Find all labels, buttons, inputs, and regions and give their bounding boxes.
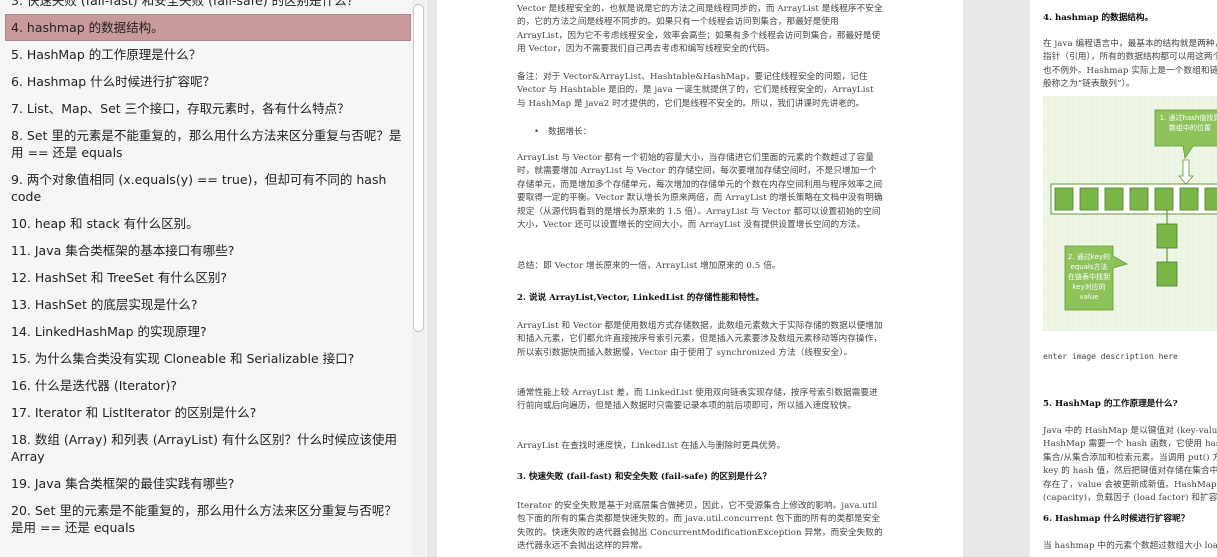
toc-item[interactable]: 14. LinkedHashMap 的实现原理? (5, 318, 411, 345)
toc-list: 3. 快速失败 (fail-fast) 和安全失败 (fail-safe) 的区… (5, 0, 411, 541)
document-page-left: Vector 是线程安全的，也就是说是它的方法之间是线程同步的，而 ArrayL… (437, 0, 963, 557)
toc-item[interactable]: 10. heap 和 stack 有什么区别。 (5, 210, 411, 237)
section-heading: 5. HashMap 的工作原理是什么? (1043, 399, 1178, 409)
hashmap-diagram-svg: 1. 通过hash值找到数组中的位置 2. 通过key的equals方法在链表中… (1043, 96, 1217, 331)
diagram-callout-1: 1. 通过hash值找到数组中的位置 (1159, 114, 1217, 132)
section-heading: 4. hashmap 的数据结构。 (1043, 13, 1154, 23)
toc-item[interactable]: 3. 快速失败 (fail-fast) 和安全失败 (fail-safe) 的区… (5, 0, 411, 14)
section-heading: 6. Hashmap 什么时候进行扩容呢？ (1043, 514, 1190, 524)
toc-item[interactable]: 19. Java 集合类框架的最佳实践有哪些? (5, 470, 411, 497)
bullet-item: 数据增长： (534, 126, 848, 140)
paragraph: 总结：即 Vector 增长原来的一倍，ArrayList 增加原来的 0.5 … (517, 261, 781, 271)
section-heading: 3. 快速失败 (fail-fast) 和安全失败 (fail-safe) 的区… (517, 472, 772, 482)
document-page-right: 4. hashmap 的数据结构。 在 java 编程语言中，最基本的结构就是两… (1030, 0, 1217, 557)
hashmap-structure-diagram: 1. 通过hash值找到数组中的位置 2. 通过key的equals方法在链表中… (1043, 96, 1217, 331)
toc-item[interactable]: 11. Java 集合类框架的基本接口有哪些? (5, 237, 411, 264)
toc-item[interactable]: 7. List、Map、Set 三个接口，存取元素时，各有什么特点？ (5, 95, 411, 122)
toc-sidebar: 3. 快速失败 (fail-fast) 和安全失败 (fail-safe) 的区… (0, 0, 427, 557)
paragraph: 当 hashmap 中的元素个数超过数组大小 loadFactor 时，就会进行… (1043, 541, 1217, 551)
toc-item[interactable]: 13. HashSet 的底层实现是什么? (5, 291, 411, 318)
paragraph: ArrayList 和 Vector 都是使用数组方式存储数据，此数组元素数大于… (517, 321, 883, 358)
paragraph: Java 中的 HashMap 是以键值对 (key-value) 的形式存储元… (1043, 426, 1217, 504)
sidebar-scrollbar-thumb[interactable] (413, 4, 424, 332)
toc-item[interactable]: 5. HashMap 的工作原理是什么？ (5, 41, 411, 68)
paragraph: 通常性能上较 ArrayList 差，而 LinkedList 使用双向链表实现… (517, 388, 878, 412)
toc-item[interactable]: 8. Set 里的元素是不能重复的，那么用什么方法来区分重复与否呢？是用 == … (5, 122, 411, 166)
paragraph: Iterator 的安全失败是基于对底层集合做拷贝，因此，它不受源集合上修改的影… (517, 501, 883, 552)
paragraph: 备注：对于 Vector&ArrayList、Hashtable&HashMap… (517, 72, 874, 109)
image-caption: enter image description here (1043, 352, 1178, 361)
toc-item[interactable]: 4. hashmap 的数据结构。 (5, 14, 411, 41)
paragraph: ArrayList 在查找时速度快，LinkedList 在插入与删除时更具优势… (517, 441, 786, 451)
toc-item[interactable]: 12. HashSet 和 TreeSet 有什么区别? (5, 264, 411, 291)
section-heading: 2. 说说 ArrayList,Vector, LinkedList 的存储性能… (517, 293, 765, 303)
toc-item[interactable]: 18. 数组 (Array) 和列表 (ArrayList) 有什么区别？什么时… (5, 426, 411, 470)
paragraph: ArrayList 与 Vector 都有一个初始的容量大小，当存储进它们里面的… (517, 153, 883, 231)
paragraph: 在 java 编程语言中，最基本的结构就是两种，一个是数组，另外一个是模拟指针（… (1043, 39, 1217, 90)
toc-item[interactable]: 6. Hashmap 什么时候进行扩容呢？ (5, 68, 411, 95)
paragraph: Vector 是线程安全的，也就是说是它的方法之间是线程同步的，而 ArrayL… (517, 4, 883, 55)
toc-item[interactable]: 17. Iterator 和 ListIterator 的区别是什么? (5, 399, 411, 426)
toc-item[interactable]: 16. 什么是迭代器 (Iterator)? (5, 372, 411, 399)
toc-item[interactable]: 15. 为什么集合类没有实现 Cloneable 和 Serializable … (5, 345, 411, 372)
toc-item[interactable]: 9. 两个对象值相同 (x.equals(y) == true)，但却可有不同的… (5, 166, 411, 210)
sidebar-scrollbar[interactable] (412, 0, 425, 557)
toc-item[interactable]: 20. Set 里的元素是不能重复的，那么用什么方法来区分重复与否呢？是用 ==… (5, 497, 411, 541)
diagram-callout-2: 2. 通过key的equals方法在链表中找到key对应的value (1067, 253, 1111, 301)
